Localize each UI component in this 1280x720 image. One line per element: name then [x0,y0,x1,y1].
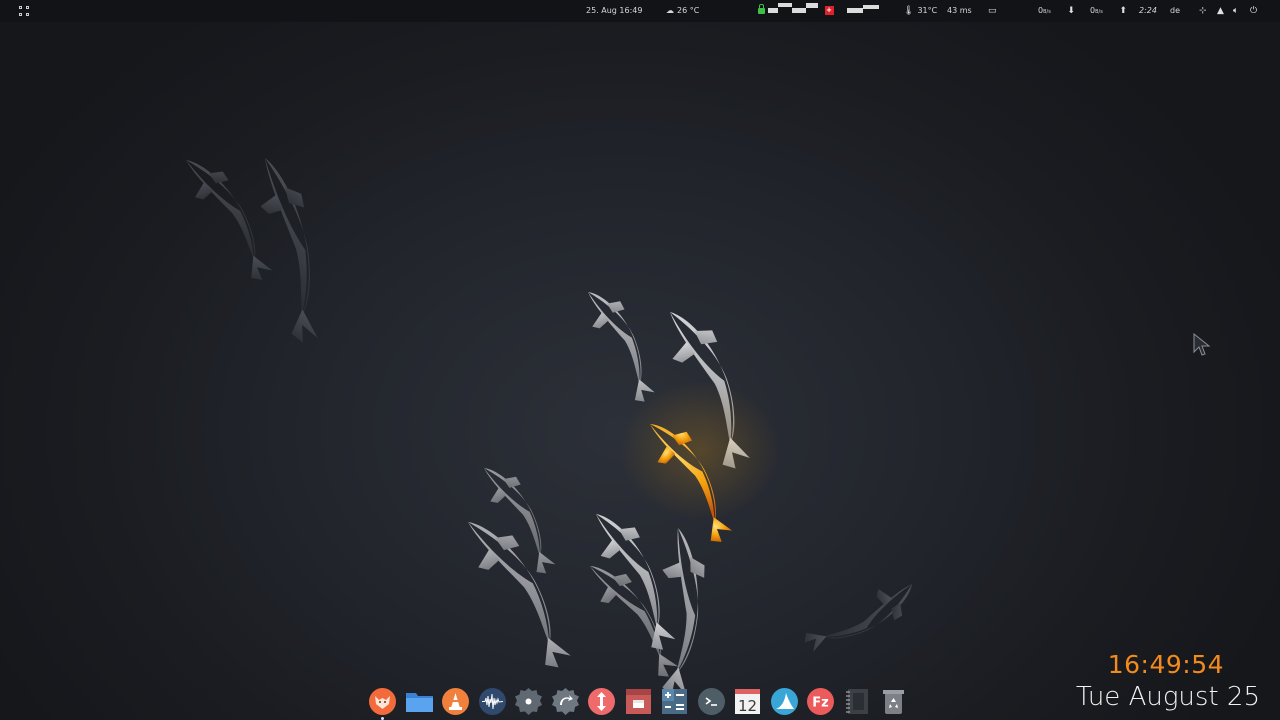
filezilla-icon-label: Fz [812,695,828,710]
weather-indicator[interactable]: ☁ 26 °C [666,0,699,22]
folder-icon [405,692,433,712]
redacted-ip-block [768,2,822,13]
archive-box-icon [625,688,651,714]
net-up-unit: B/s [1095,9,1103,15]
dock-files[interactable] [405,687,434,716]
dock-trash[interactable] [879,687,908,716]
thermometer-icon: 🌡︎ [903,6,915,16]
transfer-arrows-icon [588,687,615,715]
dock-transmission[interactable] [587,687,616,716]
cpu-temp-value: 31°C [917,6,938,15]
net-down-indicator[interactable]: 0B/s ⬇ [1038,0,1075,22]
dock-vlc[interactable] [441,687,470,716]
shark-fin-icon [770,687,798,715]
dock-calendar[interactable]: 12 [733,687,762,716]
dock-firefox[interactable] [368,687,397,720]
calculator-icon [662,688,687,714]
gear-icon [515,687,542,715]
dock-calculator[interactable] [660,687,689,716]
swiss-flag-icon: + [824,6,834,15]
net-down-unit: B/s [1043,9,1051,15]
upload-arrow-icon: ⬆ [1119,6,1127,16]
update-icon [551,687,579,715]
weather-temp: 26 °C [677,6,700,15]
top-panel: 25. Aug 16:49 ☁ 26 °C + 🌡︎ 31°C 43 ms ▭ 0B… [0,0,1280,22]
lock-icon [758,3,765,14]
notebook-icon [845,688,868,714]
cpu-temp-indicator[interactable]: 🌡︎ 31°C [903,0,937,22]
pale-koi-4 [427,508,607,674]
dock-terminal[interactable] [697,687,726,716]
recycle-bin-icon [883,689,904,714]
filezilla-icon: Fz [807,687,834,715]
traffic-cone-icon [442,687,469,715]
download-arrow-icon: ⬇ [1067,6,1075,16]
keyboard-layout[interactable]: de [1170,0,1180,22]
koi-fish-wallpaper [153,149,922,702]
active-indicator [381,716,384,720]
dock-archive-manager[interactable] [624,687,653,716]
dock-software-updater[interactable] [551,687,580,716]
application-dock: 12 Fz [364,684,916,720]
clock-time: 16:49:54 [1107,650,1224,679]
calendar-icon-day: 12 [738,697,757,715]
mouse-pointer-icon [1193,333,1211,356]
dock-audio-editor[interactable] [478,687,507,716]
dock-filezilla[interactable]: Fz [806,687,835,716]
faint-koi-1 [153,149,302,286]
app-grid-icon[interactable] [19,6,31,16]
waveform-icon [478,687,506,715]
desktop-clock-widget: 16:49:54 Tue August 25 [1020,650,1280,716]
terminal-icon [697,687,725,715]
cloud-sun-icon: ☁ [666,6,674,15]
dock-wireshark[interactable] [770,687,799,716]
vpn-indicator[interactable]: + [758,0,834,22]
clock-date: Tue August 25 [1075,682,1260,712]
dock-settings[interactable] [514,687,543,716]
calendar-icon: 12 [735,688,760,715]
screen-icon[interactable]: ▭ [988,0,997,22]
ping-indicator[interactable]: 43 ms [947,0,972,22]
redacted-network-block [847,0,881,22]
dock-notepad[interactable] [843,687,872,716]
net-up-indicator[interactable]: 0B/s ⬆ [1090,0,1127,22]
network-icon[interactable]: ⊹ [1199,0,1207,22]
pale-koi-3 [453,457,583,579]
notification-bell-icon[interactable]: ▲ [1217,0,1224,22]
faint-koi-2 [212,150,365,348]
fox-icon [369,687,396,715]
golden-koi-glow [620,380,780,520]
faint-koi-3 [799,552,922,681]
panel-datetime[interactable]: 25. Aug 16:49 [586,0,642,22]
battery-time[interactable]: 2:24 [1139,0,1157,22]
power-icon[interactable]: ⏻ [1250,0,1257,22]
volume-icon[interactable]: 🔈︎ [1233,0,1238,22]
